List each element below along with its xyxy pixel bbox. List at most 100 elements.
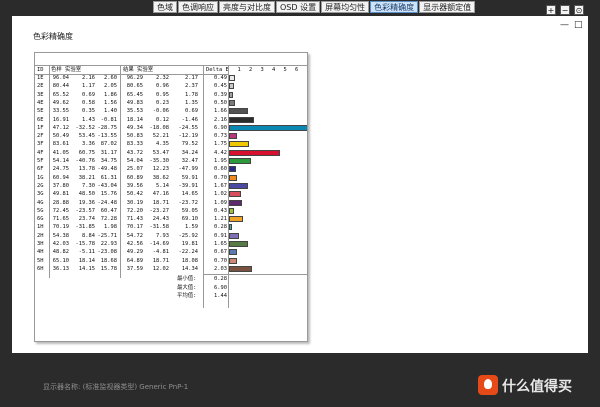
- table-border: [35, 65, 307, 66]
- result-a: 0.96: [156, 83, 169, 90]
- delta-e-bar: [229, 249, 237, 256]
- delta-e-value: 1.75: [214, 141, 227, 148]
- summary-value: 6.90: [214, 284, 227, 291]
- result-b: 1.35: [185, 99, 198, 106]
- result-b: 14.34: [181, 265, 198, 272]
- delta-e-value: 1.95: [214, 158, 227, 164]
- result-b: 59.05: [181, 207, 198, 214]
- result-b: 18.08: [181, 257, 198, 264]
- scale-tick: 6: [295, 67, 299, 73]
- result-a: 18.71: [152, 257, 169, 264]
- tab-0[interactable]: 色域: [153, 1, 177, 13]
- scale-tick: 5: [283, 67, 287, 73]
- delta-e-bar: [229, 141, 250, 148]
- result-a: 24.43: [152, 216, 169, 223]
- tab-2[interactable]: 亮度与对比度: [219, 1, 275, 13]
- delta-e-value: 0.39: [214, 91, 227, 98]
- result-a: 47.16: [152, 191, 169, 198]
- delta-e-bar: [229, 207, 234, 214]
- result-b: 59.91: [181, 174, 198, 181]
- delta-e-value: 0.70: [214, 174, 227, 181]
- tab-6[interactable]: 显示器额定值: [419, 1, 476, 13]
- header-id: ID: [37, 67, 44, 73]
- result-a: 5.14: [156, 182, 169, 189]
- delta-e-bar: [229, 257, 238, 264]
- tab-4[interactable]: 屏幕均匀性: [321, 1, 370, 13]
- result-a: -4.81: [152, 249, 169, 256]
- result-b: -22.24: [178, 249, 198, 256]
- result-a: -35.30: [149, 158, 169, 164]
- result-a: 0.95: [156, 91, 169, 98]
- scale-tick: 4: [272, 67, 276, 73]
- zoom-out-icon[interactable]: −: [560, 5, 570, 15]
- result-a: 0.23: [156, 99, 169, 106]
- delta-e-value: 4.42: [214, 149, 227, 156]
- result-b: 79.52: [181, 141, 198, 148]
- delta-e-bar: [229, 199, 242, 206]
- result-a: -31.58: [149, 224, 169, 231]
- result-b: -1.46: [181, 116, 198, 123]
- color-accuracy-table: ID 色样 实验室 结果 实验室 Delta E 12345671E96.042…: [34, 52, 308, 342]
- delta-e-bar: [229, 149, 280, 156]
- result-b: 1.78: [185, 91, 198, 98]
- monitor-name-label: 显示器名称: (标准监视器类型) Generic PnP-1: [43, 383, 189, 391]
- restore-button[interactable]: □: [574, 19, 583, 31]
- delta-e-bar: [229, 124, 307, 131]
- delta-e-bar: [229, 216, 243, 223]
- delta-e-bar: [229, 116, 254, 123]
- scale-tick: 2: [249, 67, 253, 73]
- delta-e-value: 0.43: [214, 207, 227, 214]
- delta-e-bar: [229, 174, 238, 181]
- result-b: 34.24: [181, 149, 198, 156]
- result-b: 32.47: [181, 158, 198, 164]
- result-b: 14.65: [181, 191, 198, 198]
- delta-e-bar: [229, 91, 234, 98]
- result-a: 2.32: [156, 75, 169, 81]
- delta-e-value: 1.02: [214, 191, 227, 198]
- delta-e-bar: [229, 99, 235, 106]
- result-a: 0.12: [156, 116, 169, 123]
- delta-e-bar: [229, 158, 252, 164]
- delta-e-value: 6.90: [214, 124, 227, 131]
- delta-e-value: 0.91: [214, 232, 227, 239]
- summary-value: 1.44: [214, 292, 227, 299]
- result-a: 12.02: [152, 265, 169, 272]
- result-a: 12.23: [152, 166, 169, 173]
- result-b: 19.81: [181, 241, 198, 247]
- delta-e-bar: [229, 224, 233, 231]
- delta-e-bar: [229, 108, 249, 115]
- tab-3[interactable]: OSD 设置: [276, 1, 321, 13]
- tab-list: 色域 色调响应 亮度与对比度 OSD 设置 屏幕均匀性 色彩精确度 显示器额定值: [153, 1, 476, 13]
- summary-label: 最大值:: [177, 284, 197, 291]
- result-b: -23.72: [178, 199, 198, 206]
- result-a: -14.69: [149, 241, 169, 247]
- minimize-button[interactable]: —: [560, 19, 569, 31]
- result-b: -12.19: [178, 133, 198, 140]
- tab-bar: 色域 色调响应 亮度与对比度 OSD 设置 屏幕均匀性 色彩精确度 显示器额定值: [0, 0, 600, 14]
- delta-e-bar: [229, 83, 235, 90]
- result-a: 53.47: [152, 149, 169, 156]
- delta-e-bar: [229, 182, 249, 189]
- report-title: 色彩精确度: [33, 32, 73, 41]
- zoom-fit-icon[interactable]: ⊙: [574, 5, 584, 15]
- scale-tick: 7: [307, 66, 308, 74]
- delta-e-bar: [229, 166, 236, 173]
- result-b: -24.55: [178, 124, 198, 131]
- tab-5[interactable]: 色彩精确度: [370, 1, 419, 13]
- delta-e-bar: [229, 75, 235, 81]
- delta-e-bar: [229, 232, 240, 239]
- summary-value: 0.28: [214, 276, 227, 283]
- delta-e-value: 2.16: [214, 116, 227, 123]
- delta-e-bar: [229, 265, 253, 272]
- summary-label: 平均值:: [177, 292, 197, 299]
- result-b: 1.59: [185, 224, 198, 231]
- delta-e-value: 0.45: [214, 83, 227, 90]
- tab-1[interactable]: 色调响应: [178, 1, 218, 13]
- zoom-in-icon[interactable]: +: [546, 5, 556, 15]
- delta-e-value: 0.70: [214, 257, 227, 264]
- delta-e-value: 1.66: [214, 108, 227, 115]
- result-a: 18.71: [152, 199, 169, 206]
- delta-e-value: 0.60: [214, 166, 227, 173]
- delta-e-value: 0.49: [214, 75, 227, 81]
- delta-e-value: 2.03: [214, 265, 227, 272]
